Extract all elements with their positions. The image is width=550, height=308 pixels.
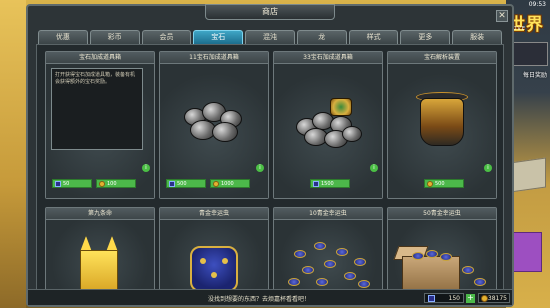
shop-card-ninth-life[interactable]: 第九条命	[45, 207, 155, 290]
gem-icon	[428, 294, 435, 302]
tab-offers[interactable]: 优惠	[38, 30, 88, 44]
scarab-icon	[354, 258, 366, 266]
card-art: i 500 1000	[160, 64, 268, 198]
scarab-icon	[294, 250, 306, 258]
card-art	[274, 220, 382, 290]
scarab-dot	[222, 258, 228, 264]
footer-message[interactable]: 没找到想要的东西？去烦嘉杯看看吧！	[208, 294, 310, 303]
card-art: 打开获得宝石加成道具箱，装备有机会获得额外的宝石奖励。 i 50 100	[46, 64, 154, 198]
tab-more[interactable]: 更多	[400, 30, 451, 44]
card-title: 50青金幸运虫	[388, 208, 496, 220]
scarab-crate-image	[402, 256, 460, 290]
tab-styles[interactable]: 样式	[348, 30, 399, 44]
shop-card-gem-box[interactable]: 宝石加成道具箱 打开获得宝石加成道具箱，装备有机会获得额外的宝石奖励。 i 50…	[45, 51, 155, 199]
card-title: 10青金幸运虫	[274, 208, 382, 220]
scarab-icon	[474, 278, 486, 286]
price-row: 500 1000	[166, 179, 250, 188]
tab-dragons[interactable]: 龙	[296, 30, 347, 44]
scarab-icon	[302, 266, 314, 274]
scarab-dot	[211, 272, 217, 278]
gem-balance: 150	[424, 293, 464, 303]
scarab-icon	[336, 248, 348, 256]
lapis-scarab-image	[190, 246, 238, 290]
gem-icon	[313, 180, 319, 187]
gem-balance-value: 150	[448, 294, 460, 302]
card-title: 青金幸运虫	[160, 208, 268, 220]
scarab-icon	[358, 280, 370, 288]
price-button-credits[interactable]: 100	[96, 179, 136, 188]
daily-reward-label[interactable]: 每日奖励	[523, 70, 547, 79]
ninth-life-image	[80, 250, 118, 290]
gem-icon	[55, 180, 61, 187]
card-art	[388, 220, 496, 290]
background-block	[512, 232, 542, 272]
card-art: i 500	[388, 64, 496, 198]
scarab-icon	[316, 278, 328, 286]
shop-card-10-lapis-scarab[interactable]: 10青金幸运虫	[273, 207, 383, 290]
coin-icon	[99, 180, 105, 187]
scarab-icon	[314, 242, 326, 250]
card-title: 宝石加成道具箱	[46, 52, 154, 64]
shop-tabs: 优惠 彩币 会员 宝石 混沌 龙 样式 更多 服装	[38, 30, 503, 44]
tab-membership[interactable]: 会员	[141, 30, 192, 44]
shop-window: 商店 ✕ 优惠 彩币 会员 宝石 混沌 龙 样式 更多 服装 宝石加成道具箱 打…	[26, 4, 514, 307]
tab-gems[interactable]: 宝石	[193, 30, 244, 44]
price-button-credits[interactable]: 500	[424, 179, 464, 188]
price-row: 500	[424, 179, 464, 188]
gem-box-image	[342, 126, 362, 142]
scarab-icon	[412, 252, 424, 260]
price-row: 50 100	[52, 179, 136, 188]
info-icon[interactable]: i	[370, 164, 378, 172]
coin-icon	[481, 294, 488, 302]
info-icon[interactable]: i	[256, 164, 264, 172]
tab-costumes[interactable]: 服装	[452, 30, 503, 44]
shop-card-11-gem-box[interactable]: 11宝石加成道具箱 i 500 1000	[159, 51, 269, 199]
card-title: 33宝石加成道具箱	[274, 52, 382, 64]
background-wall-left	[0, 0, 26, 308]
add-gems-button[interactable]: +	[466, 294, 475, 303]
gem-icon	[169, 180, 175, 187]
shop-card-lapis-scarab[interactable]: 青金幸运虫	[159, 207, 269, 290]
scarab-icon	[440, 253, 452, 261]
shop-footer: 没找到想要的东西？去烦嘉杯看看吧！ 150 + 38175	[28, 289, 512, 305]
card-title: 第九条命	[46, 208, 154, 220]
price-button-gems[interactable]: 500	[166, 179, 206, 188]
credit-balance-value: 38175	[487, 294, 507, 302]
golden-crest-icon	[330, 98, 352, 116]
info-icon[interactable]: i	[142, 164, 150, 172]
price-row: 1500	[310, 179, 350, 188]
coin-icon	[427, 180, 433, 187]
window-title: 商店	[205, 4, 335, 20]
tab-credits[interactable]: 彩币	[89, 30, 140, 44]
background-cart	[510, 157, 546, 193]
scarab-icon	[288, 278, 300, 286]
info-icon[interactable]: i	[484, 164, 492, 172]
tab-chaos[interactable]: 混沌	[245, 30, 295, 44]
close-button[interactable]: ✕	[496, 10, 508, 22]
card-title: 宝石解析装置	[388, 52, 496, 64]
credit-balance: 38175	[478, 293, 510, 303]
scarab-icon	[462, 266, 474, 274]
card-art	[46, 220, 154, 290]
shop-card-33-gem-box[interactable]: 33宝石加成道具箱 i 1500	[273, 51, 383, 199]
scarab-icon	[344, 272, 356, 280]
coin-icon	[213, 180, 219, 187]
gem-box-image	[212, 122, 238, 142]
card-art: i 1500	[274, 64, 382, 198]
side-panel	[508, 42, 548, 66]
shop-card-50-lapis-scarab[interactable]: 50青金幸运虫	[387, 207, 497, 290]
gem-analyzer-image	[420, 98, 464, 146]
card-art	[160, 220, 268, 290]
price-button-credits[interactable]: 1000	[210, 179, 250, 188]
item-tooltip: 打开获得宝石加成道具箱，装备有机会获得额外的宝石奖励。	[51, 68, 143, 150]
price-button-gems[interactable]: 50	[52, 179, 92, 188]
scarab-dot	[200, 258, 206, 264]
shop-grid: 宝石加成道具箱 打开获得宝石加成道具箱，装备有机会获得额外的宝石奖励。 i 50…	[36, 44, 504, 291]
price-button-gems[interactable]: 1500	[310, 179, 350, 188]
scarab-icon	[324, 260, 336, 268]
card-title: 11宝石加成道具箱	[160, 52, 268, 64]
shop-card-gem-analyzer[interactable]: 宝石解析装置 i 500	[387, 51, 497, 199]
scarab-icon	[426, 250, 438, 258]
clock: 09:53	[528, 1, 546, 8]
